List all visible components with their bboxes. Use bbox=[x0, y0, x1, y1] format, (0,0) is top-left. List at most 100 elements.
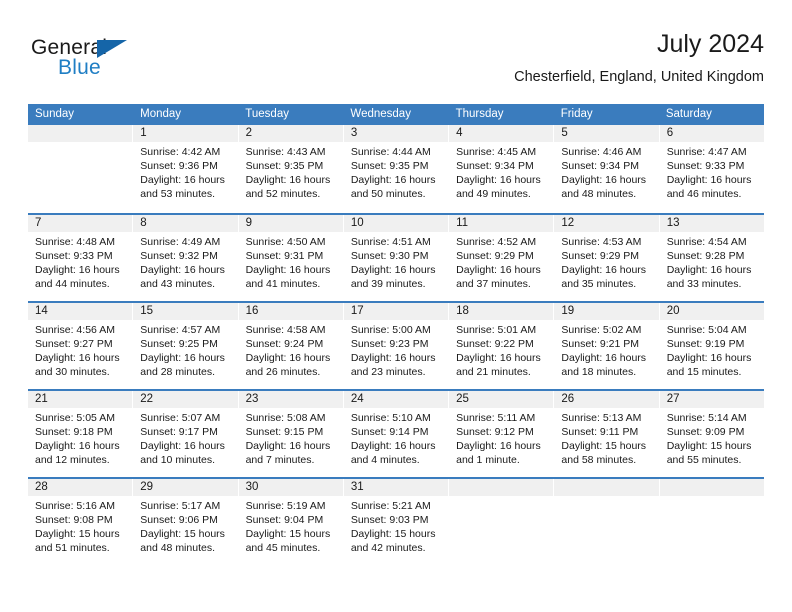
day-cell[interactable]: 9 Sunrise: 4:50 AM Sunset: 9:31 PM Daylight… bbox=[238, 215, 344, 301]
sunset-text: Sunset: 9:28 PM bbox=[666, 250, 745, 262]
day-cell[interactable]: 18 Sunrise: 5:01 AM Sunset: 9:22 PM Dayligh… bbox=[449, 303, 555, 389]
day-cell[interactable]: 19 Sunrise: 5:02 AM Sunset: 9:21 PM Dayligh… bbox=[554, 303, 660, 389]
day-cell[interactable]: 13 Sunrise: 4:54 AM Sunset: 9:28 PM Dayligh… bbox=[659, 215, 764, 301]
daylight-text-line2: and 44 minutes. bbox=[35, 278, 110, 290]
day-cell[interactable]: 28 Sunrise: 5:16 AM Sunset: 9:08 PM Dayligh… bbox=[28, 479, 134, 565]
sunrise-text: Sunrise: 4:42 AM bbox=[140, 146, 221, 158]
weekday-header-saturday: Saturday bbox=[665, 108, 712, 120]
day-cell[interactable]: 31 Sunrise: 5:21 AM Sunset: 9:03 PM Dayligh… bbox=[343, 479, 450, 565]
sunset-text: Sunset: 9:33 PM bbox=[35, 250, 113, 262]
day-number: 3 bbox=[343, 125, 449, 142]
day-details: Sunrise: 4:58 AM Sunset: 9:24 PM Daylight:… bbox=[239, 320, 343, 379]
day-number: 25 bbox=[449, 391, 554, 408]
sunset-text: Sunset: 9:22 PM bbox=[456, 338, 534, 350]
daylight-text-line1: Daylight: 16 hours bbox=[140, 264, 225, 276]
day-cell[interactable]: 6 Sunrise: 4:47 AM Sunset: 9:33 PM Daylight… bbox=[659, 125, 764, 213]
daylight-text-line2: and 45 minutes. bbox=[245, 542, 321, 554]
daylight-text-line1: Daylight: 16 hours bbox=[561, 352, 647, 364]
day-cell[interactable]: 30 Sunrise: 5:19 AM Sunset: 9:04 PM Dayligh… bbox=[238, 479, 344, 565]
day-details: Sunrise: 4:51 AM Sunset: 9:30 PM Daylight:… bbox=[344, 232, 448, 291]
sunset-text: Sunset: 9:35 PM bbox=[350, 160, 429, 172]
sunrise-text: Sunrise: 4:47 AM bbox=[666, 146, 747, 158]
day-cell[interactable]: 7 Sunrise: 4:48 AM Sunset: 9:33 PM Daylight… bbox=[28, 215, 134, 301]
daylight-text-line1: Daylight: 16 hours bbox=[666, 174, 752, 186]
daylight-text-line2: and 39 minutes. bbox=[350, 278, 426, 290]
day-cell[interactable]: 25 Sunrise: 5:11 AM Sunset: 9:12 PM Dayligh… bbox=[449, 391, 555, 477]
day-cell[interactable]: 15 Sunrise: 4:57 AM Sunset: 9:25 PM Dayligh… bbox=[133, 303, 239, 389]
day-cell[interactable]: 27 Sunrise: 5:14 AM Sunset: 9:09 PM Dayligh… bbox=[659, 391, 764, 477]
sunrise-text: Sunrise: 4:57 AM bbox=[140, 324, 221, 336]
day-cell[interactable]: 10 Sunrise: 4:51 AM Sunset: 9:30 PM Dayligh… bbox=[343, 215, 450, 301]
sunset-text: Sunset: 9:32 PM bbox=[140, 250, 218, 262]
day-cell[interactable]: 16 Sunrise: 4:58 AM Sunset: 9:24 PM Dayligh… bbox=[238, 303, 344, 389]
day-cell[interactable]: 4 Sunrise: 4:45 AM Sunset: 9:34 PM Daylight… bbox=[449, 125, 555, 213]
calendar-week-row: 7 Sunrise: 4:48 AM Sunset: 9:33 PM Daylight… bbox=[28, 213, 764, 301]
day-number: 12 bbox=[554, 215, 659, 232]
sunrise-text: Sunrise: 4:56 AM bbox=[35, 324, 115, 336]
day-cell[interactable]: 26 Sunrise: 5:13 AM Sunset: 9:11 PM Dayligh… bbox=[554, 391, 660, 477]
daylight-text-line1: Daylight: 16 hours bbox=[35, 440, 120, 452]
weekday-header-tuesday: Tuesday bbox=[245, 108, 289, 120]
daylight-text-line1: Daylight: 15 hours bbox=[561, 440, 647, 452]
day-cell[interactable]: 1 Sunrise: 4:42 AM Sunset: 9:36 PM Daylight… bbox=[133, 125, 239, 213]
day-cell[interactable]: 2 Sunrise: 4:43 AM Sunset: 9:35 PM Daylight… bbox=[238, 125, 344, 213]
daylight-text-line2: and 43 minutes. bbox=[140, 278, 215, 290]
daylight-text-line2: and 7 minutes. bbox=[245, 454, 315, 466]
day-details: Sunrise: 4:50 AM Sunset: 9:31 PM Daylight:… bbox=[239, 232, 343, 291]
sunset-text: Sunset: 9:11 PM bbox=[561, 426, 639, 438]
daylight-text-line1: Daylight: 16 hours bbox=[561, 174, 647, 186]
day-cell[interactable]: 12 Sunrise: 4:53 AM Sunset: 9:29 PM Dayligh… bbox=[554, 215, 660, 301]
sunrise-text: Sunrise: 4:52 AM bbox=[456, 236, 537, 248]
sunset-text: Sunset: 9:24 PM bbox=[245, 338, 324, 350]
daylight-text-line2: and 23 minutes. bbox=[350, 366, 426, 378]
daylight-text-line1: Daylight: 16 hours bbox=[456, 264, 541, 276]
day-cell[interactable]: 24 Sunrise: 5:10 AM Sunset: 9:14 PM Dayligh… bbox=[343, 391, 450, 477]
day-details: Sunrise: 4:45 AM Sunset: 9:34 PM Daylight:… bbox=[449, 142, 553, 201]
sunrise-text: Sunrise: 5:10 AM bbox=[350, 412, 431, 424]
day-cell[interactable]: 23 Sunrise: 5:08 AM Sunset: 9:15 PM Dayligh… bbox=[238, 391, 344, 477]
day-details: Sunrise: 4:46 AM Sunset: 9:34 PM Daylight:… bbox=[554, 142, 658, 201]
day-details: Sunrise: 4:47 AM Sunset: 9:33 PM Daylight:… bbox=[660, 142, 764, 201]
daylight-text-line1: Daylight: 16 hours bbox=[35, 264, 120, 276]
sunrise-text: Sunrise: 5:07 AM bbox=[140, 412, 221, 424]
sunset-text: Sunset: 9:36 PM bbox=[140, 160, 218, 172]
day-details: Sunrise: 4:49 AM Sunset: 9:32 PM Daylight:… bbox=[133, 232, 237, 291]
daylight-text-line1: Daylight: 16 hours bbox=[140, 440, 225, 452]
daylight-text-line1: Daylight: 15 hours bbox=[140, 528, 225, 540]
day-number: 10 bbox=[343, 215, 449, 232]
sunset-text: Sunset: 9:19 PM bbox=[666, 338, 745, 350]
weekday-header-friday: Friday bbox=[560, 108, 593, 120]
day-details: Sunrise: 4:56 AM Sunset: 9:27 PM Daylight:… bbox=[28, 320, 132, 379]
general-blue-logo[interactable]: General Blue bbox=[31, 36, 211, 88]
day-details: Sunrise: 5:19 AM Sunset: 9:04 PM Daylight:… bbox=[239, 496, 343, 555]
day-cell[interactable]: 11 Sunrise: 4:52 AM Sunset: 9:29 PM Dayligh… bbox=[449, 215, 555, 301]
daylight-text-line2: and 53 minutes. bbox=[140, 188, 215, 200]
daylight-text-line1: Daylight: 16 hours bbox=[140, 174, 225, 186]
day-number: 17 bbox=[343, 303, 449, 320]
day-cell[interactable]: 20 Sunrise: 5:04 AM Sunset: 9:19 PM Dayligh… bbox=[659, 303, 764, 389]
day-cell[interactable]: 22 Sunrise: 5:07 AM Sunset: 9:17 PM Dayligh… bbox=[133, 391, 239, 477]
day-cell[interactable]: 3 Sunrise: 4:44 AM Sunset: 9:35 PM Daylight… bbox=[343, 125, 450, 213]
day-number: 6 bbox=[659, 125, 764, 142]
day-details: Sunrise: 4:43 AM Sunset: 9:35 PM Daylight:… bbox=[239, 142, 343, 201]
day-number bbox=[659, 479, 764, 496]
day-details: Sunrise: 4:53 AM Sunset: 9:29 PM Daylight:… bbox=[554, 232, 658, 291]
daylight-text-line1: Daylight: 16 hours bbox=[35, 352, 120, 364]
day-number: 18 bbox=[449, 303, 554, 320]
day-number: 14 bbox=[28, 303, 133, 320]
weekday-header-thursday: Thursday bbox=[455, 108, 504, 120]
day-cell[interactable]: 8 Sunrise: 4:49 AM Sunset: 9:32 PM Daylight… bbox=[133, 215, 239, 301]
sunrise-text: Sunrise: 5:00 AM bbox=[350, 324, 431, 336]
day-number: 23 bbox=[238, 391, 343, 408]
day-cell[interactable]: 17 Sunrise: 5:00 AM Sunset: 9:23 PM Dayligh… bbox=[343, 303, 450, 389]
daylight-text-line2: and 49 minutes. bbox=[456, 188, 531, 200]
day-cell[interactable]: 14 Sunrise: 4:56 AM Sunset: 9:27 PM Dayligh… bbox=[28, 303, 134, 389]
day-cell[interactable]: 29 Sunrise: 5:17 AM Sunset: 9:06 PM Dayligh… bbox=[133, 479, 239, 565]
day-cell[interactable]: 21 Sunrise: 5:05 AM Sunset: 9:18 PM Dayligh… bbox=[28, 391, 134, 477]
sunrise-text: Sunrise: 5:01 AM bbox=[456, 324, 537, 336]
sunrise-text: Sunrise: 5:17 AM bbox=[140, 500, 221, 512]
page-header: General Blue July 2024 Chesterfield, Eng… bbox=[28, 28, 764, 100]
day-cell[interactable]: 5 Sunrise: 4:46 AM Sunset: 9:34 PM Daylight… bbox=[554, 125, 660, 213]
day-number: 31 bbox=[343, 479, 449, 496]
sunrise-text: Sunrise: 4:50 AM bbox=[245, 236, 326, 248]
